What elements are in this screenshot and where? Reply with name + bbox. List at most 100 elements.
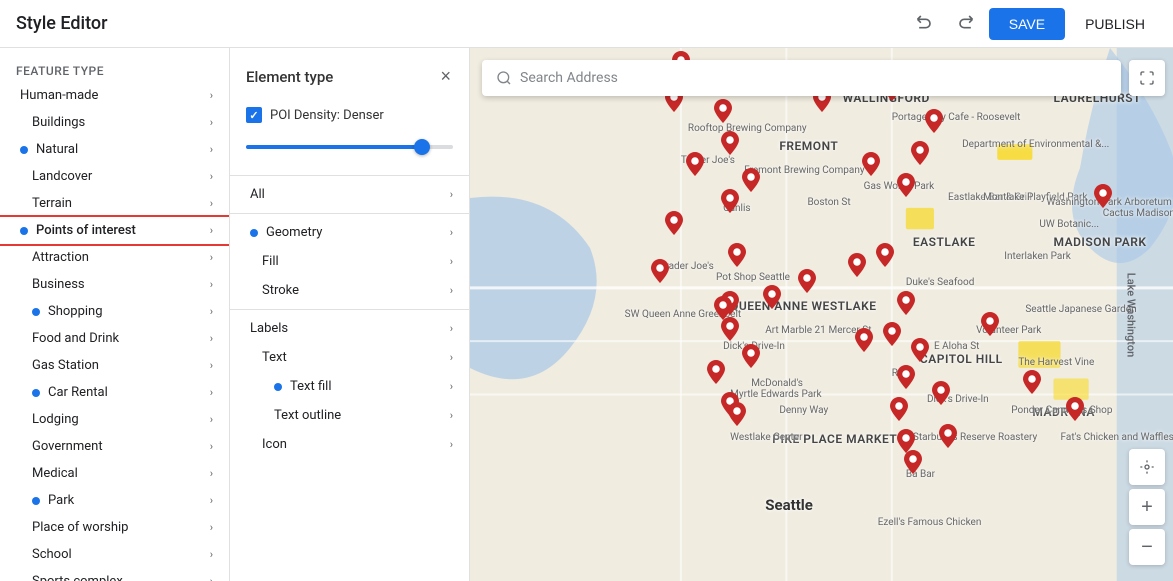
element-item-text-fill[interactable]: Text fill › bbox=[230, 372, 469, 401]
element-item-all[interactable]: All › bbox=[230, 180, 469, 209]
redo-button[interactable] bbox=[949, 5, 981, 42]
element-item-icon[interactable]: Icon › bbox=[230, 430, 469, 459]
sidebar-item-human-made[interactable]: Human-made › bbox=[0, 82, 229, 109]
zoom-out-button[interactable]: − bbox=[1129, 529, 1165, 565]
map-pin[interactable] bbox=[1094, 184, 1112, 208]
map-pin[interactable] bbox=[890, 397, 908, 421]
element-item-stroke[interactable]: Stroke › bbox=[230, 276, 469, 305]
map-pin[interactable] bbox=[925, 109, 943, 133]
element-item-text[interactable]: Text › bbox=[230, 343, 469, 372]
element-label: Geometry bbox=[266, 225, 322, 240]
active-dot bbox=[32, 497, 40, 505]
sidebar-item-food-and-drink[interactable]: Food and Drink › bbox=[0, 325, 229, 352]
map-pin[interactable] bbox=[904, 450, 922, 474]
active-dot bbox=[32, 389, 40, 397]
sidebar-item-gas-station[interactable]: Gas Station › bbox=[0, 352, 229, 379]
map-area[interactable]: WALLINGFORDFREMONTEASTLAKEQUEEN ANNE WES… bbox=[470, 48, 1173, 581]
sidebar-item-place-of-worship[interactable]: Place of worship › bbox=[0, 514, 229, 541]
sidebar-item-landcover[interactable]: Landcover › bbox=[0, 163, 229, 190]
publish-button[interactable]: PUBLISH bbox=[1073, 8, 1157, 40]
undo-button[interactable] bbox=[909, 5, 941, 42]
map-pin[interactable] bbox=[763, 285, 781, 309]
sidebar-item-buildings[interactable]: Buildings › bbox=[0, 109, 229, 136]
map-pin[interactable] bbox=[686, 152, 704, 176]
map-pin[interactable] bbox=[742, 168, 760, 192]
map-background: WALLINGFORDFREMONTEASTLAKEQUEEN ANNE WES… bbox=[470, 48, 1173, 581]
search-bar[interactable]: Search Address bbox=[482, 60, 1121, 96]
map-pin[interactable] bbox=[939, 424, 957, 448]
map-pin[interactable] bbox=[883, 322, 901, 346]
map-pin[interactable] bbox=[848, 253, 866, 277]
map-pin[interactable] bbox=[876, 243, 894, 267]
sidebar-item-points-of-interest[interactable]: Points of interest › bbox=[0, 217, 229, 244]
save-button[interactable]: SAVE bbox=[989, 8, 1065, 40]
sidebar-item-government[interactable]: Government › bbox=[0, 433, 229, 460]
sidebar-item-car-rental[interactable]: Car Rental › bbox=[0, 379, 229, 406]
location-button[interactable] bbox=[1129, 449, 1165, 485]
close-button[interactable]: × bbox=[438, 64, 453, 89]
map-pin[interactable] bbox=[911, 338, 929, 362]
active-dot bbox=[274, 383, 282, 391]
chevron-right-icon: › bbox=[210, 89, 213, 102]
map-pin[interactable] bbox=[742, 344, 760, 368]
map-pin[interactable] bbox=[1066, 397, 1084, 421]
slider-container bbox=[230, 135, 469, 171]
poi-density-checkbox[interactable] bbox=[246, 107, 262, 123]
feature-label: Park bbox=[48, 493, 74, 508]
element-panel-title: Element type bbox=[246, 68, 333, 86]
map-pin[interactable] bbox=[721, 189, 739, 213]
map-pin[interactable] bbox=[721, 317, 739, 341]
element-label: Icon bbox=[262, 437, 287, 452]
map-pin[interactable] bbox=[1023, 370, 1041, 394]
feature-label: Place of worship bbox=[32, 520, 128, 535]
sidebar-item-attraction[interactable]: Attraction › bbox=[0, 244, 229, 271]
map-pin[interactable] bbox=[728, 243, 746, 267]
map-pin[interactable] bbox=[798, 269, 816, 293]
map-pin[interactable] bbox=[665, 211, 683, 235]
map-pin[interactable] bbox=[728, 402, 746, 426]
sidebar-item-park[interactable]: Park › bbox=[0, 487, 229, 514]
chevron-right-icon: › bbox=[450, 188, 453, 201]
map-pin[interactable] bbox=[911, 141, 929, 165]
sidebar-item-school[interactable]: School › bbox=[0, 541, 229, 568]
map-pin[interactable] bbox=[981, 312, 999, 336]
element-item-fill[interactable]: Fill › bbox=[230, 247, 469, 276]
feature-label: Buildings bbox=[32, 115, 85, 130]
sidebar-item-sports-complex[interactable]: Sports complex › bbox=[0, 568, 229, 581]
map-pin[interactable] bbox=[897, 173, 915, 197]
map-pin[interactable] bbox=[707, 360, 725, 384]
element-label: Text bbox=[262, 350, 287, 365]
map-pin[interactable] bbox=[721, 131, 739, 155]
map-pin[interactable] bbox=[862, 152, 880, 176]
element-label: Text outline bbox=[274, 408, 341, 423]
element-item-text-outline[interactable]: Text outline › bbox=[230, 401, 469, 430]
element-item-geometry[interactable]: Geometry › bbox=[230, 218, 469, 247]
element-panel-header: Element type × bbox=[230, 56, 469, 101]
chevron-right-icon: › bbox=[210, 224, 213, 237]
feature-label: School bbox=[32, 547, 72, 562]
sidebar-item-natural[interactable]: Natural › bbox=[0, 136, 229, 163]
sidebar-item-shopping[interactable]: Shopping › bbox=[0, 298, 229, 325]
chevron-right-icon: › bbox=[450, 226, 453, 239]
sidebar-item-business[interactable]: Business › bbox=[0, 271, 229, 298]
map-pin[interactable] bbox=[897, 291, 915, 315]
chevron-right-icon: › bbox=[210, 251, 213, 264]
element-item-labels[interactable]: Labels › bbox=[230, 314, 469, 343]
map-pin[interactable] bbox=[932, 381, 950, 405]
active-dot bbox=[20, 146, 28, 154]
zoom-in-button[interactable]: + bbox=[1129, 489, 1165, 525]
slider-thumb[interactable] bbox=[414, 139, 430, 155]
sidebar-item-terrain[interactable]: Terrain › bbox=[0, 190, 229, 217]
fullscreen-button[interactable] bbox=[1129, 60, 1165, 96]
divider bbox=[230, 309, 469, 310]
map-pin[interactable] bbox=[651, 259, 669, 283]
element-panel: Element type × POI Density: Denser All › bbox=[230, 48, 470, 581]
chevron-right-icon: › bbox=[210, 440, 213, 453]
element-label: All bbox=[250, 187, 265, 202]
map-pin[interactable] bbox=[855, 328, 873, 352]
feature-label: Attraction bbox=[32, 250, 89, 265]
sidebar-item-medical[interactable]: Medical › bbox=[0, 460, 229, 487]
map-pin[interactable] bbox=[714, 99, 732, 123]
sidebar-item-lodging[interactable]: Lodging › bbox=[0, 406, 229, 433]
map-pin[interactable] bbox=[897, 365, 915, 389]
